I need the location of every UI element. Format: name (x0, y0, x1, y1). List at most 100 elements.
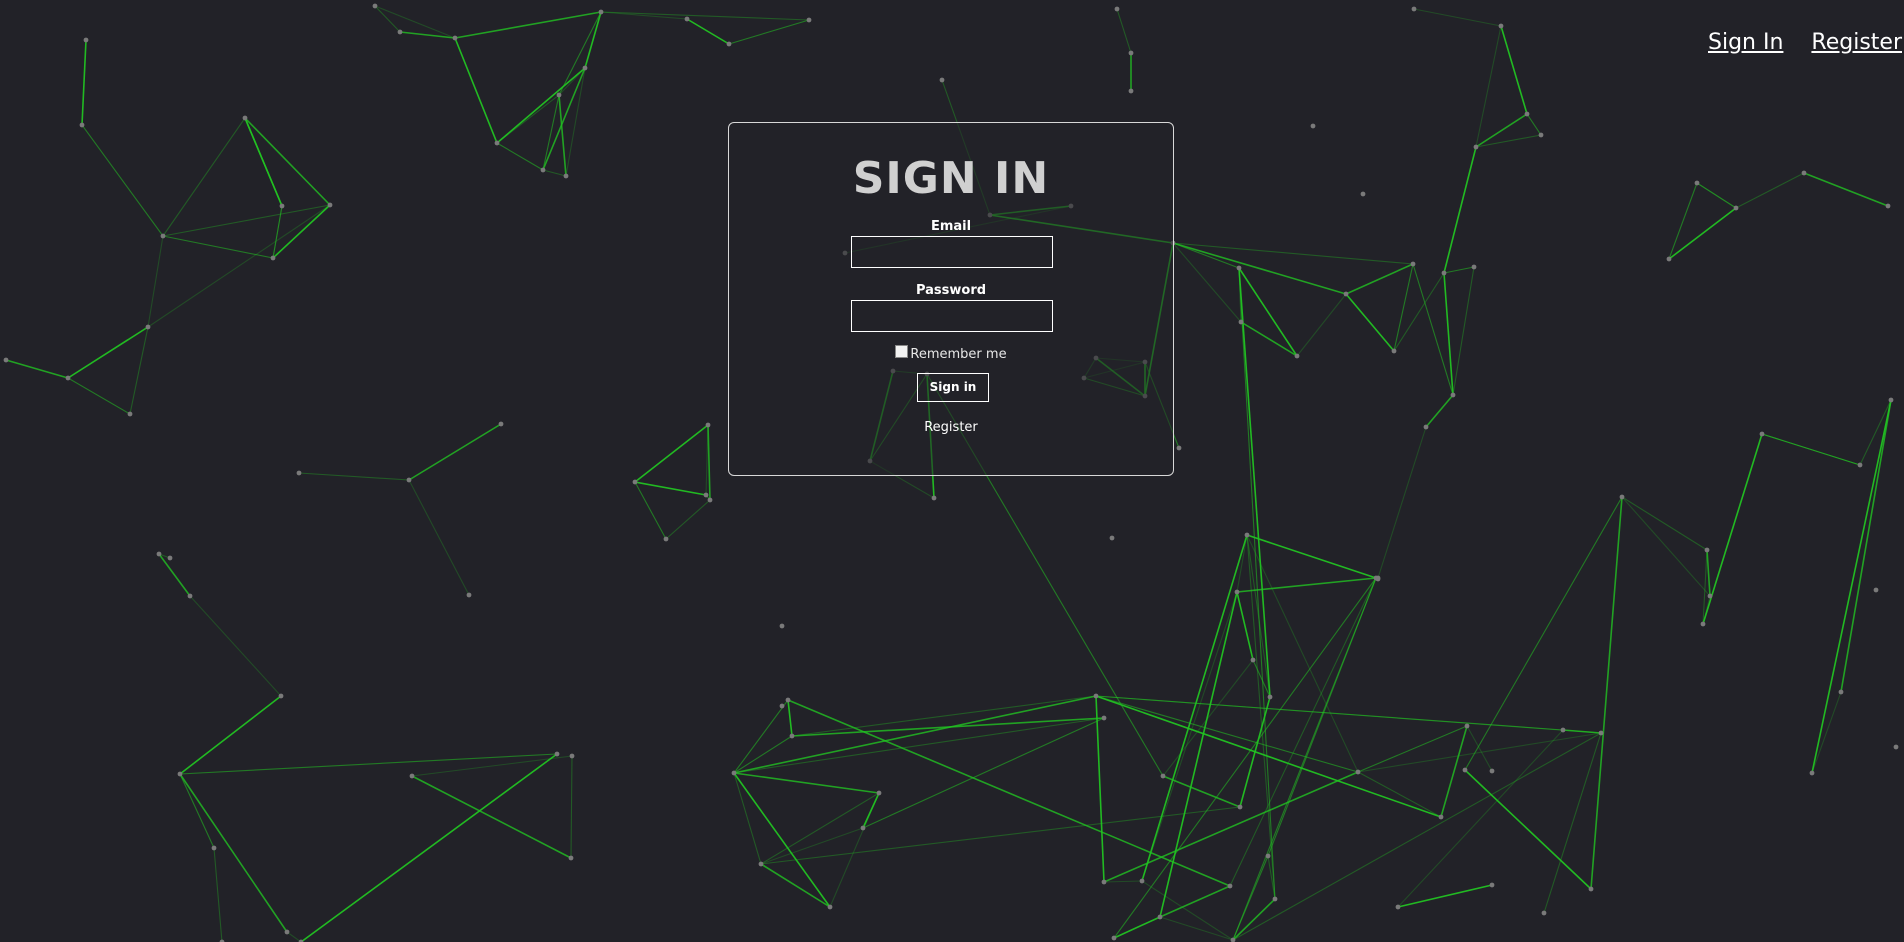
network-edge (496, 67, 586, 144)
network-edge (244, 117, 283, 207)
network-node (779, 703, 785, 709)
network-edge (1397, 729, 1564, 908)
network-edge (1840, 399, 1892, 693)
network-node (684, 16, 690, 22)
network-edge (1562, 729, 1602, 734)
network-node (397, 29, 403, 35)
network-edge (408, 423, 502, 481)
network-node (160, 233, 166, 239)
network-edge (600, 11, 810, 21)
network-node (187, 593, 193, 599)
network-edge (1162, 659, 1254, 777)
network-node (827, 904, 833, 910)
network-edge (787, 699, 793, 737)
network-edge (1357, 771, 1442, 818)
nav-register-link[interactable]: Register (1811, 30, 1902, 55)
network-edge (733, 717, 1105, 774)
password-label: Password (915, 283, 987, 298)
network-node (1343, 291, 1349, 297)
nav-sign-in-link[interactable]: Sign In (1708, 30, 1783, 55)
network-edge (1811, 399, 1892, 774)
network-edge (634, 424, 709, 483)
email-field[interactable] (851, 236, 1053, 268)
network-node (1441, 270, 1447, 276)
network-edge (1159, 885, 1231, 918)
network-node (876, 790, 882, 796)
network-node (1234, 589, 1240, 595)
network-node (1267, 694, 1273, 700)
network-edge (129, 326, 149, 415)
network-node (1893, 744, 1899, 750)
network-edge (300, 753, 558, 942)
network-node (1360, 191, 1366, 197)
network-edge (454, 11, 602, 39)
network-node (1538, 132, 1544, 138)
network-node (1524, 111, 1530, 117)
network-edge (1172, 242, 1242, 323)
network-edge (1393, 263, 1414, 352)
network-node (1489, 882, 1495, 888)
network-node (785, 697, 791, 703)
network-node (242, 115, 248, 121)
network-node (1250, 657, 1256, 663)
network-edge (1296, 293, 1347, 357)
network-edge (1526, 113, 1542, 136)
network-node (1733, 205, 1739, 211)
network-edge (733, 772, 880, 794)
network-node (406, 477, 412, 483)
network-node (145, 324, 151, 330)
network-node (1707, 593, 1713, 599)
network-edge (1452, 266, 1475, 396)
network-edge (1859, 399, 1892, 466)
network-edge (1621, 496, 1708, 551)
register-link[interactable]: Register (729, 420, 1173, 435)
network-node (1885, 203, 1891, 209)
network-edge (760, 806, 1241, 865)
network-edge (686, 18, 730, 45)
network-edge (1238, 267, 1298, 357)
remember-me-label: Remember me (910, 347, 1007, 362)
network-edge (213, 847, 223, 942)
password-field[interactable] (851, 300, 1053, 332)
network-node (582, 65, 588, 71)
network-edge (1500, 25, 1528, 115)
network-edge (1443, 266, 1475, 274)
network-node (1666, 256, 1672, 262)
network-node (156, 551, 162, 557)
network-node (1139, 878, 1145, 884)
network-node (806, 17, 812, 23)
network-node (79, 122, 85, 128)
network-edge (600, 11, 688, 20)
network-edge (1621, 496, 1711, 597)
network-node (1450, 392, 1456, 398)
network-node (372, 3, 378, 9)
network-edge (542, 169, 567, 177)
email-label: Email (930, 219, 972, 234)
network-node (1373, 575, 1379, 581)
network-node (1101, 879, 1107, 885)
remember-me-checkbox[interactable] (895, 345, 909, 358)
network-node (1857, 462, 1863, 468)
network-node (167, 555, 173, 561)
network-node (498, 421, 504, 427)
network-node (1310, 123, 1316, 129)
network-edge (728, 19, 810, 45)
network-node (1619, 494, 1625, 500)
network-edge (1159, 916, 1234, 941)
network-node (3, 357, 9, 363)
network-edge (179, 773, 288, 933)
remember-me-row: Remember me (729, 345, 1173, 362)
network-edge (67, 377, 131, 415)
network-edge (634, 481, 667, 540)
network-node (409, 773, 415, 779)
network-node (279, 203, 285, 209)
network-node (1355, 769, 1361, 775)
network-edge (1103, 771, 1359, 883)
network-edge (189, 595, 282, 697)
sign-in-button[interactable]: Sign in (917, 373, 989, 402)
network-edge (1440, 725, 1468, 818)
network-node (177, 771, 183, 777)
network-edge (1246, 534, 1377, 579)
network-edge (374, 5, 401, 33)
network-node (779, 623, 785, 629)
